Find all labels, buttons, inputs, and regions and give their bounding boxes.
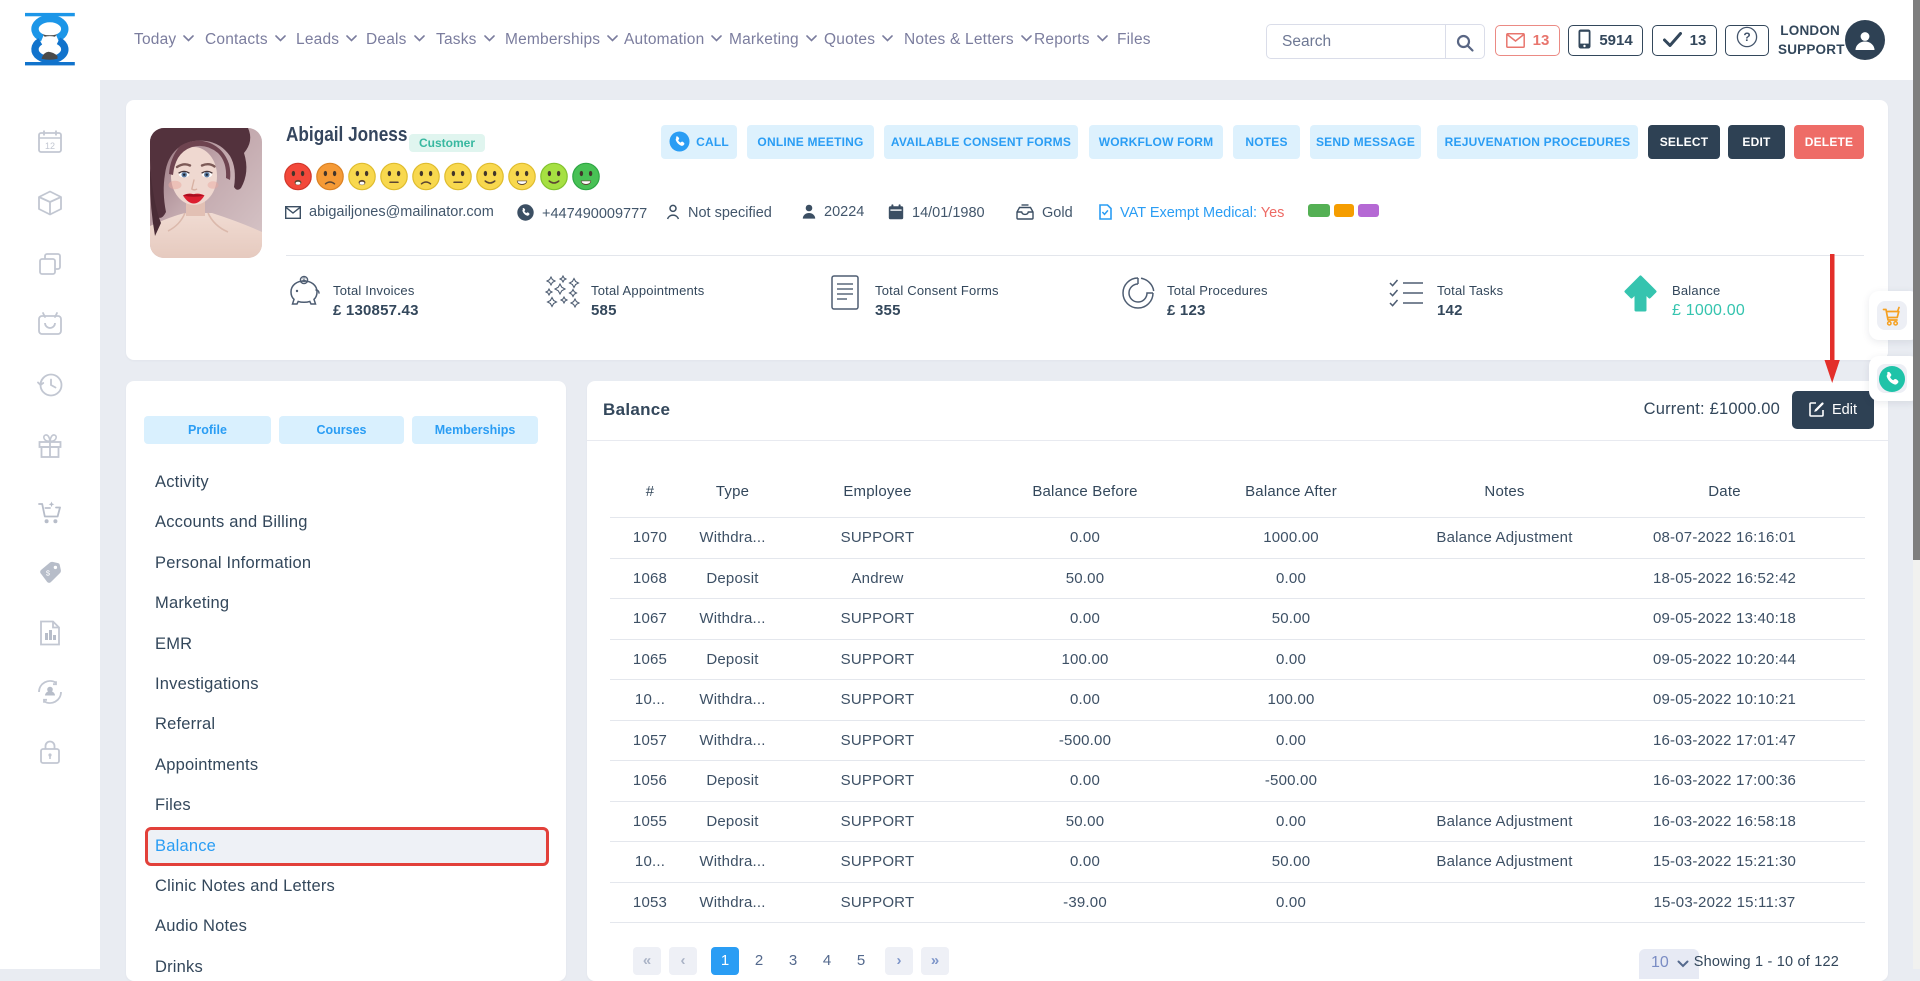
svg-text:12: 12	[45, 141, 55, 151]
svg-text:?: ?	[1743, 30, 1750, 44]
